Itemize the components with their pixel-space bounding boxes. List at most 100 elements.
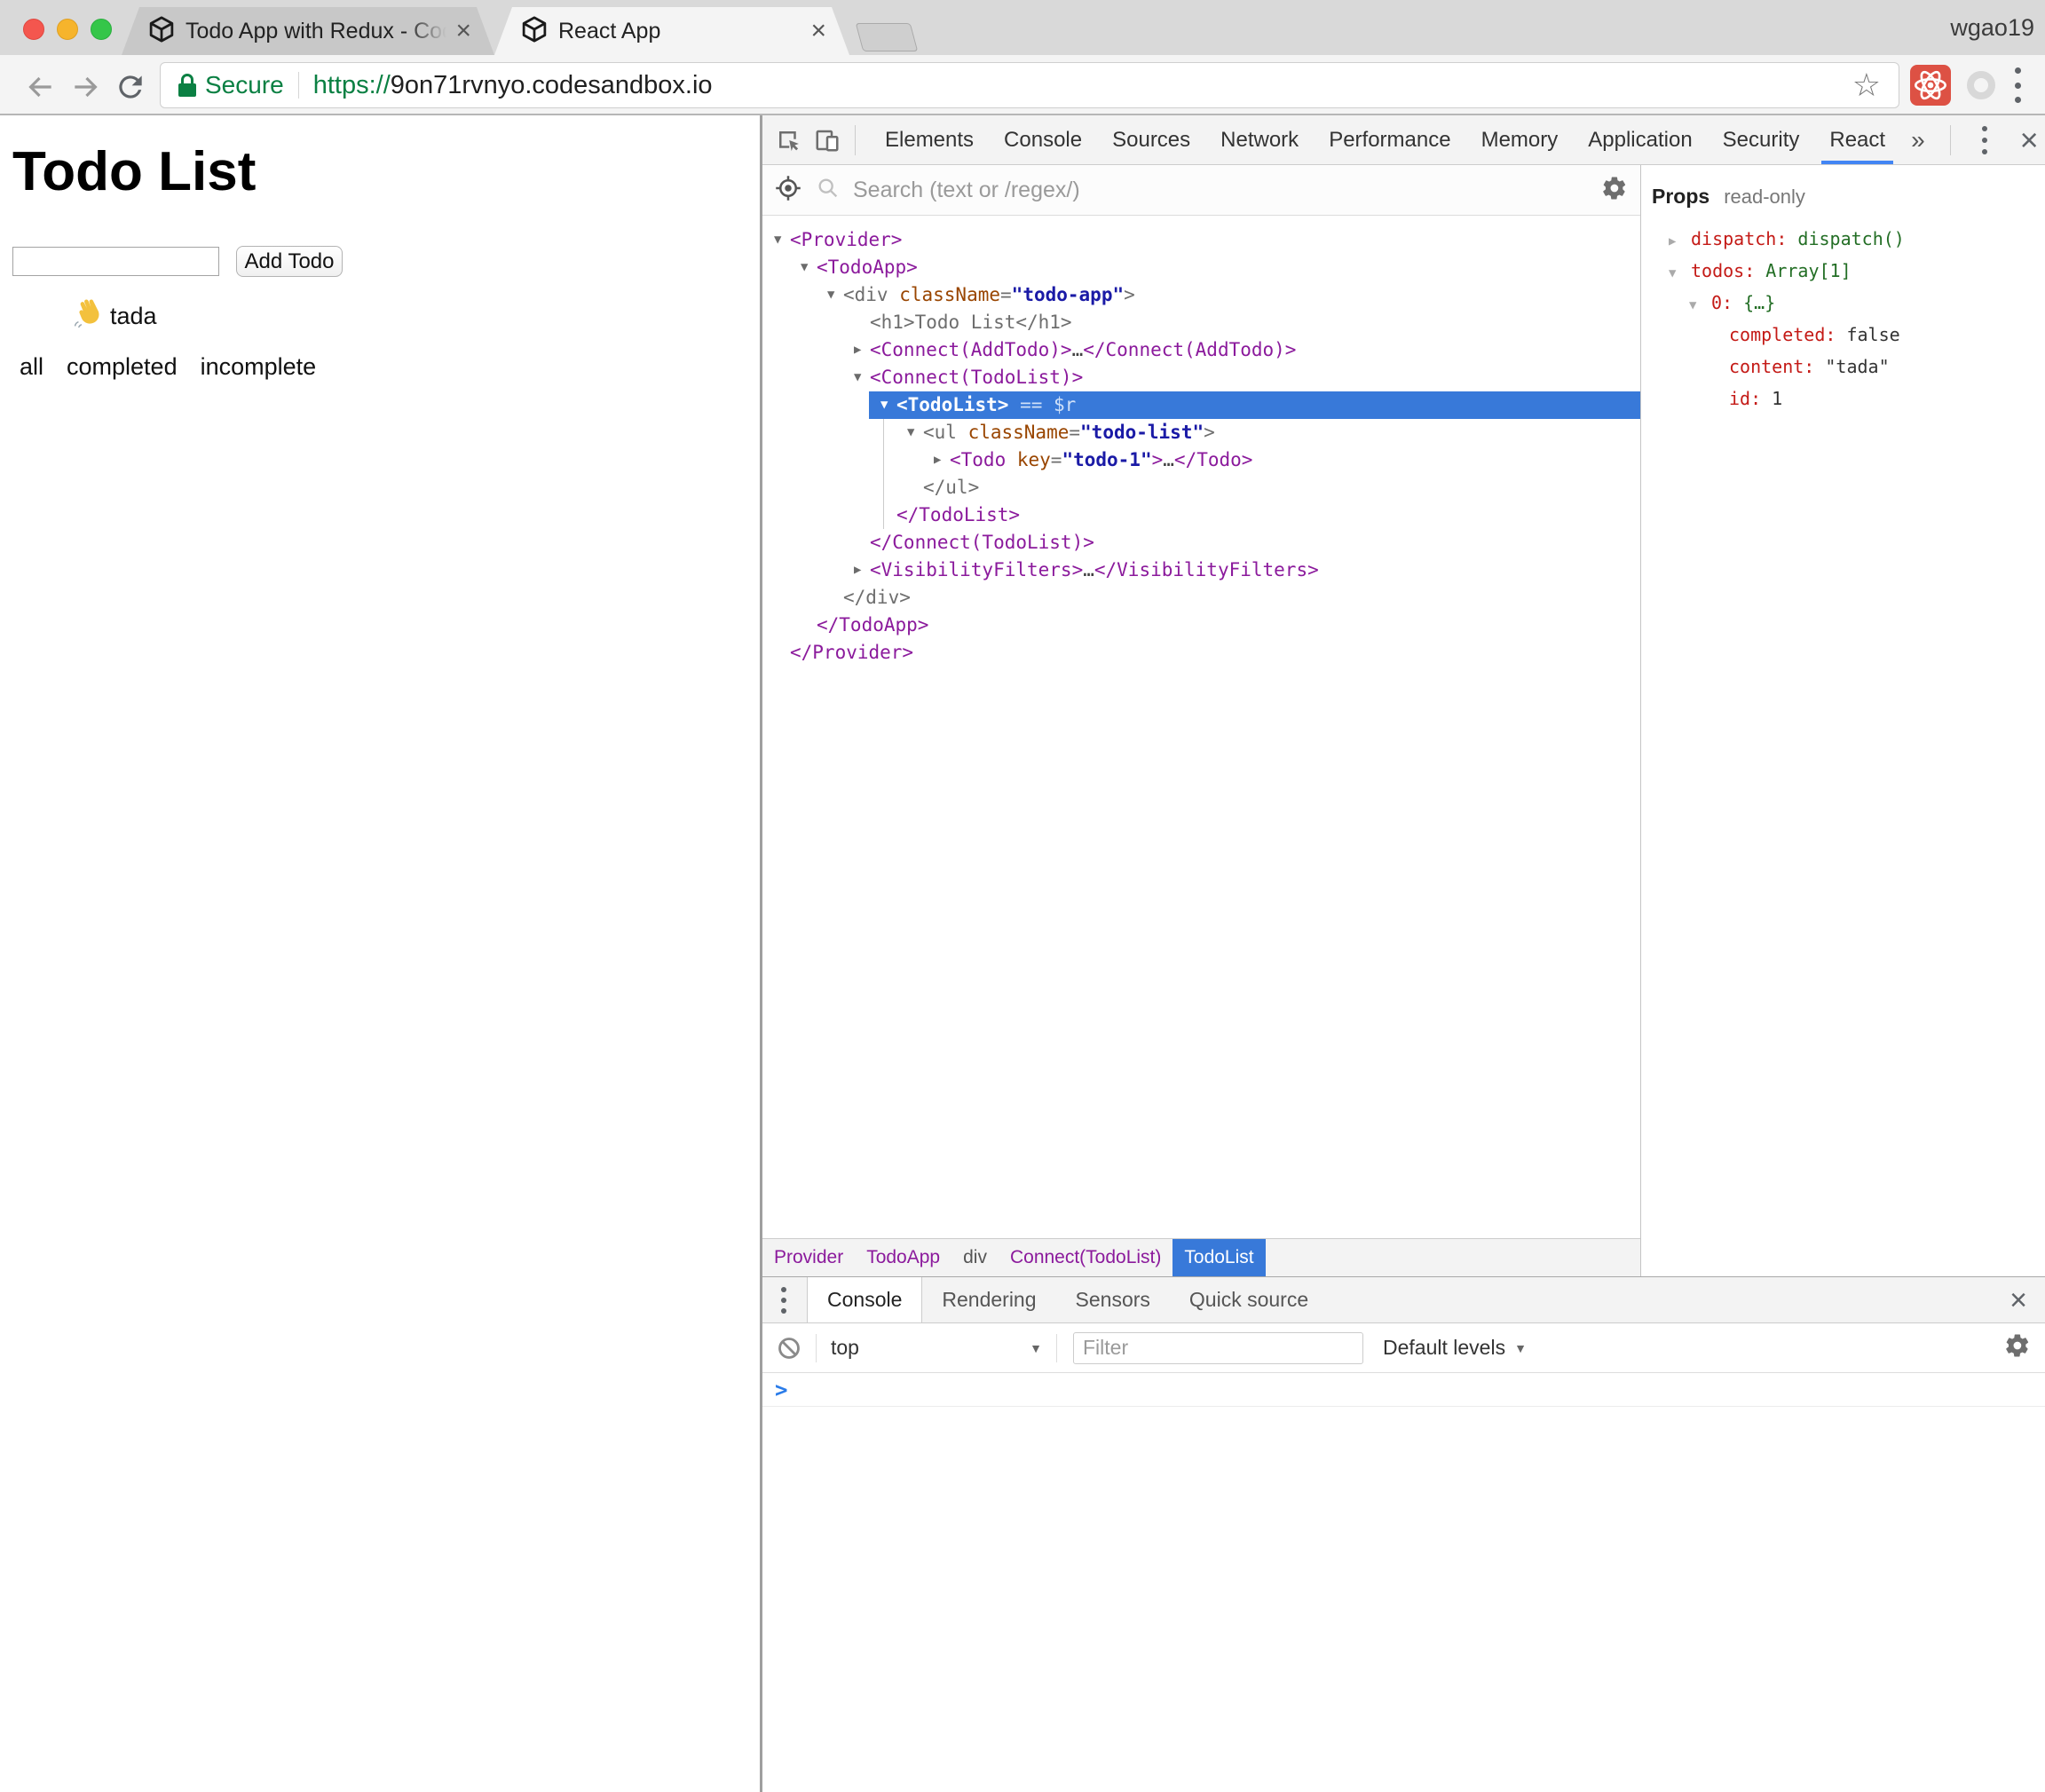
breadcrumb-item-todoapp[interactable]: TodoApp [855,1239,951,1276]
react-tree-row[interactable]: ▼<div className="todo-app"> [762,281,1640,309]
drawer-menu-icon[interactable] [780,1287,787,1314]
drawer-tab-rendering[interactable]: Rendering [922,1277,1055,1322]
react-tree-row[interactable]: </TodoApp> [762,612,1640,639]
drawer-tab-sensors[interactable]: Sensors [1056,1277,1170,1322]
devtools-tabs: ElementsConsoleSourcesNetworkPerformance… [870,115,1900,164]
prop-row[interactable]: id: 1 [1652,383,2045,414]
react-tree-row[interactable]: ▶<VisibilityFilters>…</VisibilityFilters… [762,557,1640,584]
tree-segment: key [1017,449,1051,470]
expand-arrow-icon[interactable]: ▶ [854,557,870,584]
devtools-tab-application[interactable]: Application [1573,115,1707,164]
console-filter-input[interactable] [1073,1332,1363,1364]
devtools-tab-react[interactable]: React [1814,115,1900,164]
react-tree-row[interactable]: <h1>Todo List</h1> [762,309,1640,336]
address-bar[interactable]: Secure https://9on71rvnyo.codesandbox.io… [160,62,1899,108]
new-tab-button[interactable] [856,23,919,51]
url-text[interactable]: https://9on71rvnyo.codesandbox.io [313,71,713,100]
todo-list-item[interactable]: tada [73,298,157,335]
filter-all[interactable]: all [20,353,43,380]
react-tree-row[interactable]: ▼<TodoList> == $r [869,391,1640,419]
react-tree-row[interactable]: ▶<Connect(AddTodo)>…</Connect(AddTodo)> [762,336,1640,364]
expand-arrow-icon[interactable]: ▼ [827,281,843,309]
devtools-menu-icon[interactable] [1981,126,1988,154]
devtools-tab-elements[interactable]: Elements [870,115,989,164]
chevron-down-icon: ▼ [1030,1341,1042,1355]
prop-row[interactable]: ▼0: {…} [1652,287,2045,319]
device-toolbar-icon[interactable] [814,127,841,154]
breadcrumb-item-div[interactable]: div [951,1239,999,1276]
browser-tab-react-app[interactable]: React App × [494,7,849,55]
react-tree-row[interactable]: </TodoList> [762,501,1640,529]
browser-tab-codesandbox[interactable]: Todo App with Redux - CodeSa × [122,7,494,55]
react-search-input[interactable] [853,178,1601,203]
reload-button-icon[interactable] [114,70,147,104]
react-tree-row[interactable]: ▼<ul className="todo-list"> [762,419,1640,446]
react-tree-row[interactable]: </ul> [762,474,1640,501]
clear-console-icon[interactable] [777,1336,801,1361]
expand-arrow-icon[interactable]: ▼ [801,254,817,281]
drawer-tab-quick-source[interactable]: Quick source [1170,1277,1328,1322]
prop-row[interactable]: ▶dispatch: dispatch() [1652,223,2045,255]
more-tabs-icon[interactable]: » [1900,126,1936,154]
window-close-button[interactable] [23,19,44,40]
react-tree-row[interactable]: ▼<TodoApp> [762,254,1640,281]
tab-title: Todo App with Redux - CodeSa [186,19,446,44]
expand-arrow-icon[interactable]: ▶ [1669,225,1691,257]
react-tree-row[interactable]: </Connect(TodoList)> [762,529,1640,557]
console-settings-gear-icon[interactable] [2004,1332,2031,1363]
filter-incomplete[interactable]: incomplete [201,353,317,380]
expand-arrow-icon[interactable]: ▼ [1669,257,1691,289]
react-tree-row[interactable]: ▶<Todo key="todo-1">…</Todo> [762,446,1640,474]
back-button-icon[interactable] [23,70,57,104]
expand-arrow-icon[interactable]: ▶ [934,446,950,474]
expand-arrow-icon[interactable]: ▼ [1689,289,1711,321]
add-todo-button[interactable]: Add Todo [236,246,343,277]
inspect-element-icon[interactable] [775,127,801,154]
prop-row[interactable]: content: "tada" [1652,351,2045,383]
chrome-profile-name[interactable]: wgao19 [1950,14,2034,42]
devtools-close-icon[interactable]: × [2004,124,2045,156]
breadcrumb-item-connect(todolist)[interactable]: Connect(TodoList) [999,1239,1173,1276]
react-devtools-extension-icon[interactable] [1910,65,1951,106]
select-component-target-icon[interactable] [775,175,801,206]
breadcrumb-item-provider[interactable]: Provider [762,1239,855,1276]
drawer-close-icon[interactable]: × [1992,1285,2045,1315]
devtools-tab-network[interactable]: Network [1205,115,1314,164]
breadcrumb-item-todolist[interactable]: TodoList [1173,1239,1265,1276]
react-tree-row[interactable]: </Provider> [762,639,1640,667]
window-zoom-button[interactable] [91,19,112,40]
react-tree-row[interactable]: ▼<Provider> [762,226,1640,254]
tree-segment: "todo-1" [1062,449,1151,470]
expand-arrow-icon[interactable]: ▶ [854,336,870,364]
chrome-menu-icon[interactable] [2013,67,2022,103]
expand-arrow-icon[interactable]: ▼ [854,364,870,391]
devtools-tab-memory[interactable]: Memory [1466,115,1574,164]
tab-close-icon[interactable]: × [810,18,826,44]
filter-completed[interactable]: completed [67,353,178,380]
search-icon [816,176,841,205]
devtools-tab-console[interactable]: Console [989,115,1097,164]
prop-row[interactable]: completed: false [1652,319,2045,351]
forward-button-icon[interactable] [69,70,103,104]
react-tree-row[interactable]: </div> [762,584,1640,612]
settings-gear-icon[interactable] [1601,175,1628,206]
bookmark-star-icon[interactable]: ☆ [1852,69,1881,101]
tree-segment: <h1>Todo List</h1> [870,312,1072,333]
react-tree-row[interactable]: ▼<Connect(TodoList)> [762,364,1640,391]
console-context-select[interactable]: top ▼ [831,1336,1042,1360]
devtools-tab-performance[interactable]: Performance [1314,115,1465,164]
expand-arrow-icon[interactable]: ▼ [907,419,923,446]
extension-icon[interactable] [1967,71,1995,99]
window-minimize-button[interactable] [57,19,78,40]
tree-segment: <Provider> [790,229,902,250]
drawer-tab-console[interactable]: Console [807,1277,922,1322]
devtools-tab-security[interactable]: Security [1708,115,1815,164]
prop-row[interactable]: ▼todos: Array[1] [1652,255,2045,287]
todo-input[interactable] [12,247,219,276]
tab-close-icon[interactable]: × [455,18,471,44]
console-levels-select[interactable]: Default levels ▼ [1383,1336,1527,1360]
console-prompt[interactable]: > [762,1373,2045,1407]
devtools-tab-sources[interactable]: Sources [1097,115,1205,164]
expand-arrow-icon[interactable]: ▼ [774,226,790,254]
expand-arrow-icon[interactable]: ▼ [880,391,896,419]
